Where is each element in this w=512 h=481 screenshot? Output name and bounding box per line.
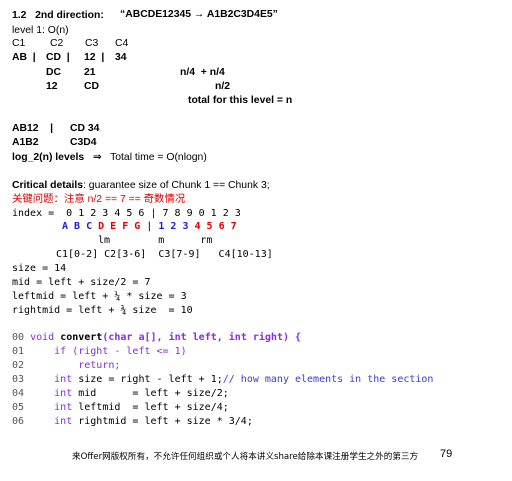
leftmid-line: leftmid = left + ¼ * size = 3 [12,291,187,302]
page-number: 79 [440,448,453,460]
code-line-00: 00 void convert(char a[], int left, int … [12,332,301,343]
line-number: 05 [12,402,25,413]
code-comment: // how many elements in the section [222,374,434,385]
array-defg: D E F G [98,221,141,232]
cell-cd-b: CD [84,81,100,92]
section-heading: 1.2 2nd direction: [12,9,104,22]
cell-12b: 12 [46,81,58,92]
cell-ab: AB | [12,52,36,63]
array-4567: 4 5 6 7 [194,221,237,232]
section-number: 1.2 [12,10,27,21]
line-number: 01 [12,346,25,357]
copyright-footer: 来Offer网版权所有，不允许任何组织或个人将本讲义share给除本课注册学生之… [72,452,419,462]
cell-cd: CD | [46,52,70,63]
section-title: 2nd direction: [35,10,104,21]
step3-left: A1B2 [12,137,39,148]
cell-21: 21 [84,67,96,78]
chinese-note: 关键问题：注意 n/2 == 7 == 奇数情况 [12,194,186,205]
code-line-05: 05 int leftmid = left + size/4; [12,402,229,413]
code-text: if (right - left <= 1) [54,346,187,357]
code-line-01: 01 if (right - left <= 1) [12,346,187,357]
line-number: 06 [12,416,25,427]
code-line-06: 06 int rightmid = left + size * 3/4; [12,416,253,427]
code-line-04: 04 int mid = left + size/2; [12,388,229,399]
total-time: Total time = O(nlogn) [110,152,207,163]
code-line-02: 02 return; [12,360,120,371]
col-c2: C2 [50,38,64,49]
code-text: mid = left + size/2; [72,388,229,399]
line-number: 03 [12,374,25,385]
cell-12: 12 | [84,52,105,63]
col-c3: C3 [85,38,99,49]
levels-line: log_2(n) levels ⇒ Total time = O(nlogn) [12,151,207,164]
col-c4: C4 [115,38,129,49]
line-number: 02 [12,360,25,371]
code-text: leftmid = left + size/4; [72,402,229,413]
step2-left: AB12 | [12,123,54,134]
cell-34: 34 [115,52,127,63]
code-text: size = right - left + 1; [72,374,223,385]
note-half: n/2 [215,81,231,92]
col-c1: C1 [12,38,26,49]
index-line: index = 0 1 2 3 4 5 6 | 7 8 9 0 1 2 3 [12,208,241,219]
chunks-line: C1[0-2] C2[3-6] C3[7-9] C4[10-13] [56,249,273,260]
implies-arrow: ⇒ [92,152,102,163]
function-args: (char a[], int left, int right) { [102,332,302,343]
note-quarters: n/4 + n/4 [180,67,225,78]
step2-right: CD 34 [70,123,100,134]
keyword: int [54,374,73,385]
keyword: int [54,402,73,413]
array-divider: | [140,221,159,232]
note-total: total for this level = n [188,95,293,106]
level1-label: level 1: O(n) [12,25,69,36]
line-number: 00 [12,332,25,343]
code-line-03: 03 int size = right - left + 1;// how ma… [12,374,433,385]
keyword: void [30,332,61,343]
keyword: int [54,388,73,399]
cell-dc: DC [46,67,62,78]
critical-text: : guarantee size of Chunk 1 == Chunk 3; [83,180,270,191]
array-line: A B C D E F G | 1 2 3 4 5 6 7 [62,221,237,232]
code-text: rightmid = left + size * 3/4; [72,416,253,427]
rightmid-line: rightmid = left + ¾ size = 10 [12,305,193,316]
example-string: “ABCDE12345 → A1B2C3D4E5” [120,9,278,20]
critical-label: Critical details [12,180,84,191]
size-line: size = 14 [12,263,67,274]
lm-m-rm: lm m rm [98,235,213,246]
mid-line: mid = left + size/2 = 7 [12,277,151,288]
function-name: convert [60,332,103,343]
critical-line: Critical details: guarantee size of Chun… [12,179,270,192]
levels-label: log_2(n) levels [12,152,85,163]
line-number: 04 [12,388,25,399]
array-abc: A B C [62,221,93,232]
step3-right: C3D4 [70,137,97,148]
code-text: return; [78,360,121,371]
keyword: int [54,416,73,427]
array-123: 1 2 3 [158,221,189,232]
